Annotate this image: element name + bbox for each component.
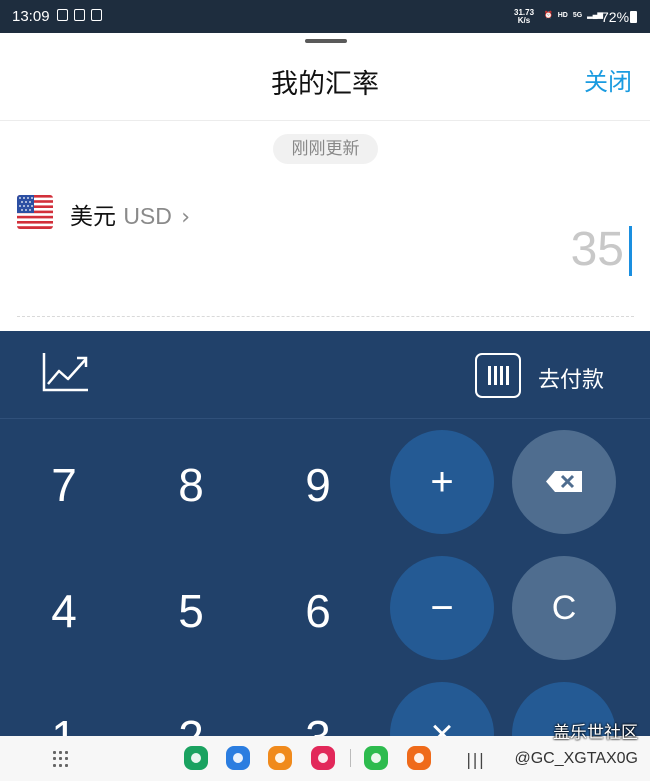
status-time: 13:09 <box>12 8 50 25</box>
key-6[interactable]: 6 <box>268 584 368 638</box>
key-9[interactable]: 9 <box>268 458 368 512</box>
backspace-icon <box>546 471 582 492</box>
chevron-right-icon: › <box>181 205 190 230</box>
battery-percent: 72% <box>601 9 630 25</box>
key-4[interactable]: 4 <box>14 584 114 638</box>
network-speed: 31.73 K/s <box>514 8 535 25</box>
status-bar: 13:09 31.73 K/s ⏰ HD 5G ▂▄▆ 72% <box>0 0 650 33</box>
key-7[interactable]: 7 <box>14 458 114 512</box>
browser-app-icon[interactable] <box>407 746 431 770</box>
key-8[interactable]: 8 <box>141 458 241 512</box>
text-cursor <box>629 226 632 276</box>
keypad-panel: 去付款 7 8 9 + 4 5 6 − C 1 2 3 × <box>0 331 650 781</box>
hd-label: HD <box>557 11 568 19</box>
minus-button[interactable]: − <box>390 556 494 660</box>
recents-button[interactable]: ||| <box>466 750 485 769</box>
notification-icons <box>57 9 102 21</box>
go-pay-button[interactable]: 去付款 <box>538 362 604 394</box>
plus-button[interactable]: + <box>390 430 494 534</box>
key-5[interactable]: 5 <box>141 584 241 638</box>
contacts-app-icon[interactable] <box>268 746 292 770</box>
messages-app-icon[interactable] <box>226 746 250 770</box>
us-flag-icon <box>17 195 53 229</box>
battery-icon <box>630 11 637 23</box>
page-title: 我的汇率 <box>271 69 379 100</box>
amount-input[interactable]: 35 <box>571 222 624 277</box>
currency-name-label: 美元 <box>70 204 116 230</box>
row-divider <box>17 316 634 317</box>
currency-code-label: USD <box>123 203 172 229</box>
clear-button[interactable]: C <box>512 556 616 660</box>
phone-app-icon[interactable] <box>184 746 208 770</box>
notification-icon <box>74 9 85 21</box>
backspace-button[interactable] <box>512 430 616 534</box>
trend-chart-icon <box>42 353 88 392</box>
apps-grid-icon[interactable] <box>53 751 69 767</box>
barcode-icon[interactable] <box>475 353 521 398</box>
toolbar-divider <box>0 418 650 419</box>
header-divider <box>0 120 650 121</box>
alarm-icon: ⏰ <box>544 12 553 19</box>
notification-icon <box>91 9 102 21</box>
drag-handle[interactable] <box>305 39 347 43</box>
watermark: 盖乐世社区 @GC_XGTAX0G <box>514 723 638 767</box>
network-label: 5G <box>572 11 583 19</box>
system-icons: ⏰ HD 5G ▂▄▆ <box>544 11 603 20</box>
notification-icon <box>57 9 68 21</box>
currency-selector[interactable]: 美元 USD › <box>70 197 190 231</box>
dock-separator <box>350 749 351 767</box>
update-status-badge: 刚刚更新 <box>273 134 378 164</box>
wechat-app-icon[interactable] <box>364 746 388 770</box>
camera-app-icon[interactable] <box>311 746 335 770</box>
close-button[interactable]: 关闭 <box>584 62 632 97</box>
trend-chart-button[interactable] <box>42 351 90 393</box>
